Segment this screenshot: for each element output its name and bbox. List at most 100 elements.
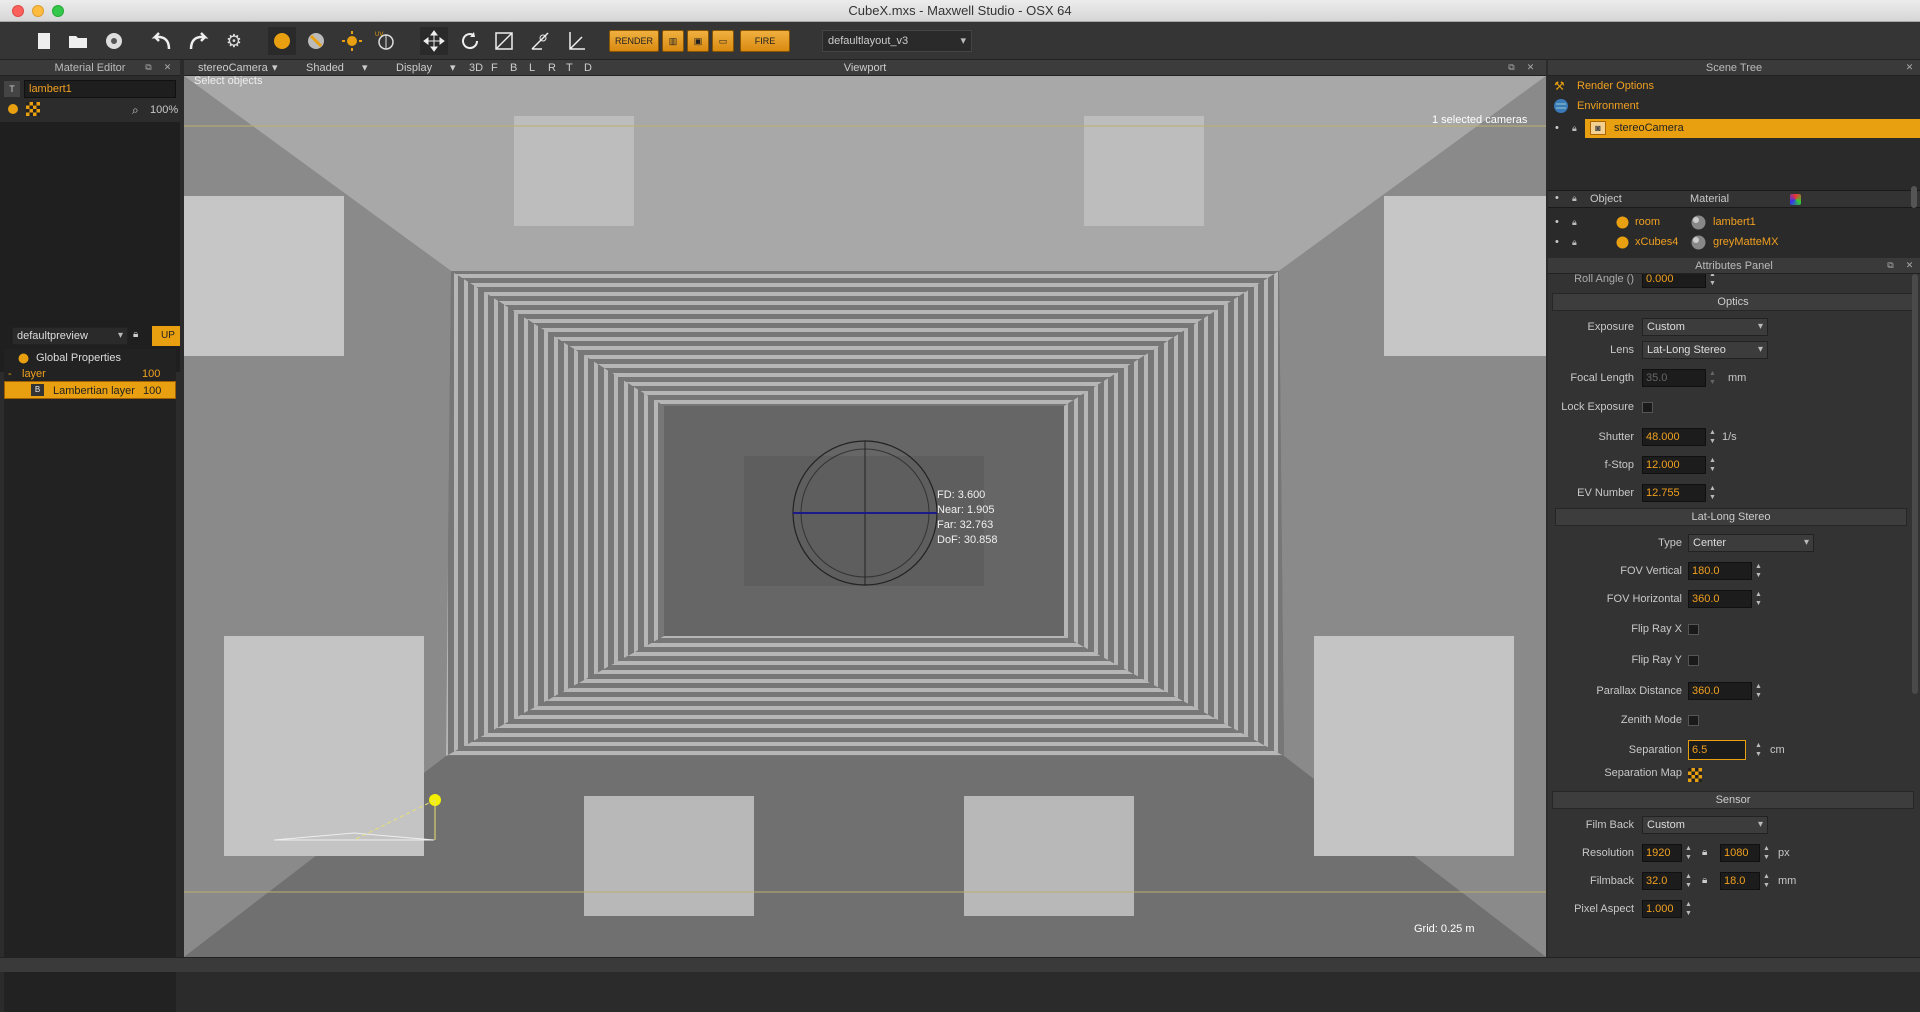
zenith-mode-checkbox[interactable] [1688,715,1699,726]
aspect-lock-icon[interactable]: 🔒︎ [1702,847,1707,858]
sensor-section-header[interactable]: Sensor [1552,791,1914,809]
separation-map-texture-icon[interactable] [1688,768,1702,782]
roll-spinner[interactable]: ▲ ▼ [1708,274,1717,288]
exposure-select[interactable]: Custom [1642,318,1768,336]
view-top-button[interactable]: T [566,60,573,76]
resolution-height-field[interactable]: 1080 [1720,844,1760,862]
filmback-height-spinner[interactable]: ▲ ▼ [1762,872,1771,890]
render-button[interactable]: RENDER [609,30,659,52]
layout-select[interactable]: defaultlayout_v3 ▾ [822,30,972,52]
ev-spinner[interactable]: ▲ ▼ [1708,484,1717,502]
move-tool-icon[interactable] [420,27,448,55]
render-preview-button[interactable]: ▭ [712,30,734,52]
filmback-lock-icon[interactable]: 🔒︎ [1702,875,1707,886]
save-disc-icon[interactable] [100,27,128,55]
viewport-panel[interactable]: stereoCamera ▾ Shaded ▾ Display ▾ 3D F B L … [184,60,1546,957]
attributes-scrollbar[interactable] [1912,274,1918,694]
object-column-header[interactable]: Object [1590,193,1622,205]
material-sphere-icon[interactable] [268,27,296,55]
uv-projector-icon[interactable]: UV [372,27,400,55]
settings-gear-icon[interactable]: ⚙ [220,27,248,55]
parallax-field[interactable]: 360.0 [1688,682,1752,700]
fstop-field[interactable]: 12.000 [1642,456,1706,474]
view-back-button[interactable]: B [510,60,517,76]
focal-spinner[interactable]: ▲ ▼ [1708,369,1717,387]
redo-icon[interactable] [184,27,212,55]
visibility-dot-icon[interactable]: • [1555,213,1559,231]
scale-tool-icon[interactable] [490,27,518,55]
lock-exposure-checkbox[interactable] [1642,402,1653,413]
undo-icon[interactable] [148,27,176,55]
flip-ray-y-checkbox[interactable] [1688,655,1699,666]
zoom-window-button[interactable] [52,5,64,17]
lock-icon[interactable]: 🔒︎ [1572,233,1577,251]
focal-length-field[interactable]: 35.0 [1642,369,1706,387]
close-panel-icon[interactable]: ✕ [1904,62,1915,73]
filmback-height-field[interactable]: 18.0 [1720,872,1760,890]
close-panel-icon[interactable]: ✕ [162,62,173,73]
float-panel-icon[interactable]: ⧉ [1885,260,1896,271]
camera-menu[interactable]: stereoCamera [198,60,268,76]
fov-vertical-spinner[interactable]: ▲ ▼ [1754,562,1763,580]
zoom-search-icon[interactable]: ⌕ [132,103,139,118]
lock-icon[interactable]: 🔒︎ [1572,119,1577,137]
preview-scene-select[interactable]: defaultpreview [12,327,128,345]
material-column-header[interactable]: Material [1690,193,1729,205]
display-menu[interactable]: Display [396,60,432,76]
visibility-dot-icon[interactable]: • [1555,233,1559,251]
environment-item[interactable]: Environment [1548,97,1920,115]
resolution-width-spinner[interactable]: ▲ ▼ [1684,844,1693,862]
checker-icon[interactable] [26,102,40,116]
pixel-aspect-field[interactable]: 1.000 [1642,900,1682,918]
view-right-button[interactable]: R [548,60,556,76]
fov-horizontal-spinner[interactable]: ▲ ▼ [1754,590,1763,608]
close-panel-icon[interactable]: ✕ [1904,260,1915,271]
float-panel-icon[interactable]: ⧉ [143,62,154,73]
upload-button[interactable]: UP [152,326,180,346]
rotate-tool-icon[interactable] [456,27,484,55]
fstop-spinner[interactable]: ▲ ▼ [1708,456,1717,474]
open-folder-icon[interactable] [64,27,92,55]
view-3d-button[interactable]: 3D [469,60,483,76]
resolution-width-field[interactable]: 1920 [1642,844,1682,862]
shutter-field[interactable]: 48.000 [1642,428,1706,446]
latlong-section-header[interactable]: Lat-Long Stereo [1555,508,1907,526]
film-back-select[interactable]: Custom [1642,816,1768,834]
ev-number-field[interactable]: 12.755 [1642,484,1706,502]
view-front-button[interactable]: F [491,60,498,76]
shader-ball-icon[interactable] [302,27,330,55]
separation-field[interactable]: 6.5 [1688,740,1746,760]
shading-menu[interactable]: Shaded [306,60,344,76]
parallax-spinner[interactable]: ▲ ▼ [1754,682,1763,700]
separation-spinner[interactable]: ▲ ▼ [1754,741,1763,759]
filmback-width-spinner[interactable]: ▲ ▼ [1684,872,1693,890]
render-options-item[interactable]: ⚒ Render Options [1548,77,1920,95]
roll-angle-field[interactable]: 0.000 [1642,274,1706,288]
camera-row[interactable]: • 🔒︎ ◙ stereoCamera [1548,119,1920,138]
object-row-xcubes[interactable]: • 🔒︎ xCubes4 greyMatteMX [1548,233,1920,251]
type-select[interactable]: Center [1688,534,1814,552]
visibility-dot-icon[interactable]: • [1555,119,1559,137]
material-preview-icon[interactable] [6,103,20,115]
filmback-width-field[interactable]: 32.0 [1642,872,1682,890]
lock-icon[interactable]: 🔒︎ [133,329,138,340]
view-left-button[interactable]: L [529,60,535,76]
render-region-button[interactable]: ▥ [662,30,684,52]
object-row-room[interactable]: • 🔒︎ room lambert1 [1548,213,1920,231]
optics-section-header[interactable]: Optics [1552,293,1914,311]
float-panel-icon[interactable]: ⧉ [1506,62,1517,73]
fov-horizontal-field[interactable]: 360.0 [1688,590,1752,608]
lock-icon[interactable]: 🔒︎ [1572,213,1577,231]
color-cube-icon[interactable] [1790,194,1801,205]
sun-light-icon[interactable] [338,27,366,55]
material-type-icon[interactable]: T [4,81,20,97]
minimize-window-button[interactable] [32,5,44,17]
material-name-field[interactable]: lambert1 [24,80,176,98]
pixel-aspect-spinner[interactable]: ▲ ▼ [1684,900,1693,918]
tree-row-lambertian[interactable]: B Lambertian layer 100 [4,381,176,399]
lens-select[interactable]: Lat-Long Stereo [1642,341,1768,359]
scene-tree-scrollbar[interactable] [1911,186,1917,208]
pivot-tool-icon[interactable] [526,27,554,55]
close-window-button[interactable] [12,5,24,17]
resolution-height-spinner[interactable]: ▲ ▼ [1762,844,1771,862]
